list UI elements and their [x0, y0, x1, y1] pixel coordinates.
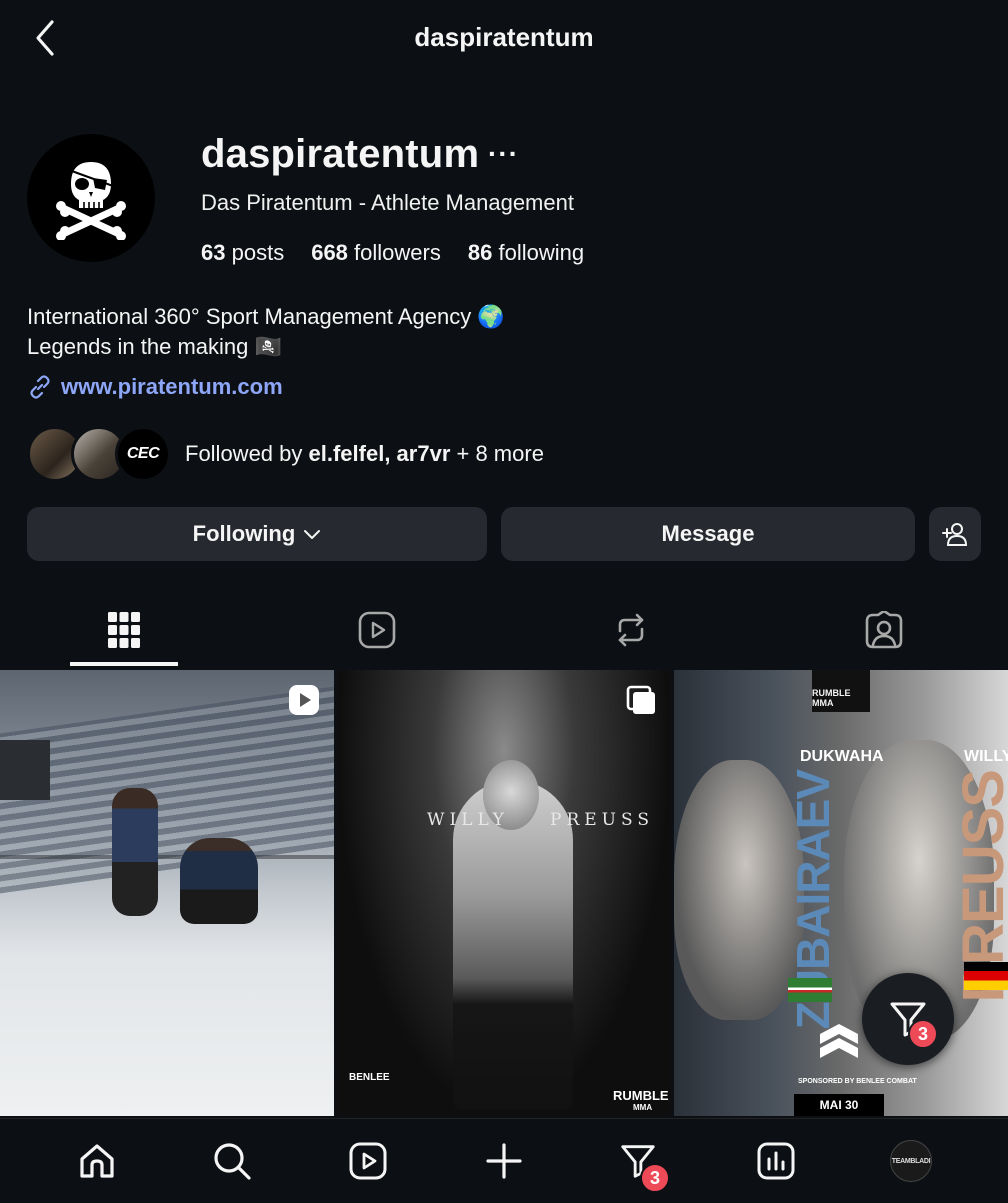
nav-create[interactable]	[482, 1139, 526, 1183]
message-button-label: Message	[661, 521, 755, 546]
reel-indicator-icon	[289, 685, 319, 715]
tab-tagged[interactable]	[830, 592, 938, 668]
rumble-logo: RUMBLE MMA	[812, 670, 870, 712]
following-label: following	[498, 240, 585, 265]
followed-by-row[interactable]: CEC Followed by el.felfel, ar7vr + 8 mor…	[27, 426, 544, 482]
bio-line-2: Legends in the making 🏴‍☠️	[27, 334, 282, 359]
followers-stat[interactable]: 668 followers	[311, 240, 441, 266]
event-date: MAI 30 SAMSTAG	[794, 1094, 884, 1116]
profile-bio: International 360° Sport Management Agen…	[27, 302, 505, 362]
rumble-logo: RUMBLE	[613, 1088, 669, 1103]
insights-icon	[757, 1142, 795, 1180]
nav-profile[interactable]: TEAMBLADI	[889, 1139, 933, 1183]
home-icon	[80, 1144, 114, 1178]
page-title: daspiratentum	[414, 22, 594, 52]
mutual-follower-avatar: CEC	[115, 426, 171, 482]
cec-logo: CEC	[126, 445, 160, 462]
followed-by-names: el.felfel, ar7vr	[308, 441, 451, 466]
followers-count: 668	[311, 240, 348, 265]
fighter-portrait-left	[674, 760, 804, 1020]
more-options-button[interactable]: ···	[488, 138, 519, 170]
grid-post-2[interactable]: WILLY PREUSS BENLEE RUMBLE MMA	[337, 670, 671, 1116]
add-user-icon	[942, 523, 968, 546]
carousel-indicator-icon	[626, 685, 655, 714]
message-button[interactable]: Message	[501, 507, 915, 561]
reels-icon	[358, 611, 396, 649]
arena-stands	[0, 686, 334, 894]
profile-stats: 63 posts 668 followers 86 following	[201, 240, 584, 266]
nav-search[interactable]	[210, 1139, 254, 1183]
link-text: www.piratentum.com	[61, 374, 283, 399]
grid-post-3[interactable]: RUMBLE MMA DUKWAHA ZUBAIRAEV WILLY PREUS…	[674, 670, 1008, 1116]
posts-count: 63	[201, 240, 226, 265]
tagged-icon	[865, 611, 903, 649]
bottom-nav: 3 TEAMBLADI	[0, 1118, 1008, 1203]
nav-filter[interactable]: 3	[616, 1139, 670, 1193]
reels-icon	[349, 1142, 387, 1180]
poster-first-name: WILLY	[427, 810, 509, 830]
profile-tabs	[0, 592, 1008, 668]
profile-username: daspiratentum	[201, 132, 480, 176]
following-count: 86	[467, 240, 493, 265]
flag-germany	[964, 962, 1008, 990]
top-bar: daspiratentum	[0, 0, 1008, 76]
profile-avatar[interactable]	[27, 134, 155, 262]
mat-edge	[0, 855, 334, 859]
followers-label: followers	[354, 240, 441, 265]
nav-filter-badge: 3	[640, 1163, 670, 1193]
followed-by-prefix: Followed by	[185, 441, 309, 466]
followed-by-text: Followed by el.felfel, ar7vr + 8 more	[185, 441, 544, 467]
filter-badge: 3	[908, 1019, 938, 1049]
chevron-down-icon	[304, 530, 321, 539]
fighter-left-first-name: DUKWAHA	[800, 748, 884, 765]
nav-home[interactable]	[75, 1139, 119, 1183]
bio-line-1: International 360° Sport Management Agen…	[27, 304, 505, 329]
arena-banner	[0, 740, 50, 800]
add-user-button[interactable]	[929, 507, 981, 561]
benlee-logo: BENLEE	[349, 1072, 390, 1083]
skull-crossbones-icon	[56, 162, 126, 240]
profile-avatar: TEAMBLADI	[890, 1140, 932, 1182]
fighter-right-first-name: WILLY	[964, 748, 1008, 765]
benlee-emblem-icon	[820, 1024, 858, 1058]
posts-grid: WILLY PREUSS BENLEE RUMBLE MMA RUMBLE MM…	[0, 670, 1008, 1116]
grappler-figure	[180, 838, 258, 924]
posts-stat[interactable]: 63 posts	[201, 240, 284, 266]
poster-last-name: PREUSS	[550, 810, 654, 830]
posts-label: posts	[231, 240, 285, 265]
flag-left	[788, 978, 832, 1002]
rumble-logo-sub: MMA	[633, 1103, 653, 1112]
search-icon	[214, 1143, 251, 1180]
grid-icon	[108, 612, 140, 648]
followed-by-suffix: + 8 more	[450, 441, 544, 466]
active-tab-indicator	[70, 662, 178, 666]
following-button-label: Following	[192, 521, 296, 546]
tab-posts[interactable]	[70, 592, 178, 668]
tab-reels[interactable]	[323, 592, 431, 668]
profile-link[interactable]: www.piratentum.com	[27, 374, 283, 400]
grappler-figure	[112, 788, 158, 916]
reposts-icon	[618, 613, 644, 647]
tab-reposts[interactable]	[577, 592, 685, 668]
link-icon	[30, 375, 50, 399]
following-button[interactable]: Following	[27, 507, 487, 561]
create-icon	[486, 1143, 522, 1179]
following-stat[interactable]: 86 following	[468, 240, 584, 266]
nav-reels[interactable]	[346, 1139, 390, 1183]
sponsor-text: SPONSORED BY BENLEE COMBAT	[798, 1078, 917, 1085]
filter-fab-button[interactable]: 3	[862, 973, 954, 1065]
grid-post-1[interactable]	[0, 670, 334, 1116]
nav-insights[interactable]	[754, 1139, 798, 1183]
profile-full-name: Das Piratentum - Athlete Management	[201, 190, 574, 215]
